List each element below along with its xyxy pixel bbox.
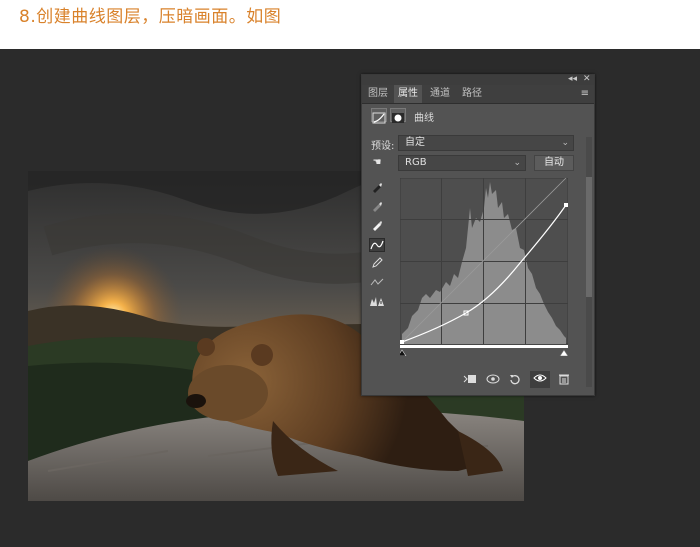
caption-title: 8.创建曲线图层，压暗画面。如图 bbox=[19, 7, 282, 27]
tab-properties[interactable]: 属性 bbox=[394, 85, 422, 103]
on-image-adjust-icon[interactable]: ☚ bbox=[369, 156, 385, 170]
preset-select[interactable]: 自定 ⌄ bbox=[398, 135, 574, 151]
panel-title-bar: ◂◂ ✕ bbox=[362, 74, 594, 85]
curve-point-white[interactable] bbox=[564, 203, 568, 207]
panel-menu-icon[interactable]: ≡ bbox=[581, 88, 589, 99]
channel-value: RGB bbox=[405, 157, 427, 168]
chevron-down-icon: ⌄ bbox=[561, 138, 569, 148]
curve-point-black[interactable] bbox=[400, 340, 404, 344]
white-slider-handle[interactable] bbox=[559, 349, 568, 356]
chevron-down-icon: ⌄ bbox=[513, 158, 521, 168]
channel-select[interactable]: RGB ⌄ bbox=[398, 155, 526, 171]
panel-bottom-bar bbox=[362, 368, 584, 394]
close-icon[interactable]: ✕ bbox=[583, 74, 591, 84]
panel-scrollbar[interactable] bbox=[586, 137, 592, 387]
clip-to-layer-icon[interactable] bbox=[463, 373, 477, 388]
black-point-eyedropper-icon[interactable] bbox=[369, 181, 385, 195]
reset-icon[interactable] bbox=[509, 373, 521, 388]
tab-layers[interactable]: 图层 bbox=[364, 85, 392, 103]
layer-mask-icon[interactable] bbox=[390, 108, 406, 123]
curve-edit-icon[interactable] bbox=[369, 238, 385, 252]
smooth-icon[interactable] bbox=[369, 276, 385, 290]
pencil-icon[interactable] bbox=[369, 257, 385, 271]
clipping-warning-icon[interactable] bbox=[369, 295, 385, 309]
black-slider-handle[interactable] bbox=[400, 349, 407, 356]
tab-channels[interactable]: 通道 bbox=[426, 85, 454, 103]
tab-paths[interactable]: 路径 bbox=[458, 85, 486, 103]
preset-label: 预设: bbox=[371, 141, 395, 152]
scrollbar-thumb[interactable] bbox=[586, 177, 592, 297]
auto-button[interactable]: 自动 bbox=[534, 155, 574, 171]
workspace: ◂◂ ✕ 图层 属性 通道 路径 ≡ 曲线 预设: 自定 ⌄ ☚ RGB ⌄ 自… bbox=[0, 49, 700, 547]
gray-point-eyedropper-icon[interactable] bbox=[369, 200, 385, 214]
curves-graph[interactable] bbox=[400, 178, 568, 356]
properties-panel: ◂◂ ✕ 图层 属性 通道 路径 ≡ 曲线 预设: 自定 ⌄ ☚ RGB ⌄ 自… bbox=[361, 74, 595, 396]
white-point-eyedropper-icon[interactable] bbox=[369, 219, 385, 233]
panel-tabs: 图层 属性 通道 路径 ≡ bbox=[362, 85, 594, 104]
trash-icon[interactable] bbox=[558, 373, 570, 388]
preset-value: 自定 bbox=[405, 137, 425, 148]
collapse-icon[interactable]: ◂◂ bbox=[568, 74, 577, 84]
adjustment-title: 曲线 bbox=[414, 113, 434, 124]
output-gradient bbox=[400, 345, 568, 348]
visibility-eye-icon[interactable] bbox=[530, 371, 550, 388]
curves-adjustment-icon[interactable] bbox=[371, 108, 387, 124]
view-previous-icon[interactable] bbox=[486, 373, 500, 388]
